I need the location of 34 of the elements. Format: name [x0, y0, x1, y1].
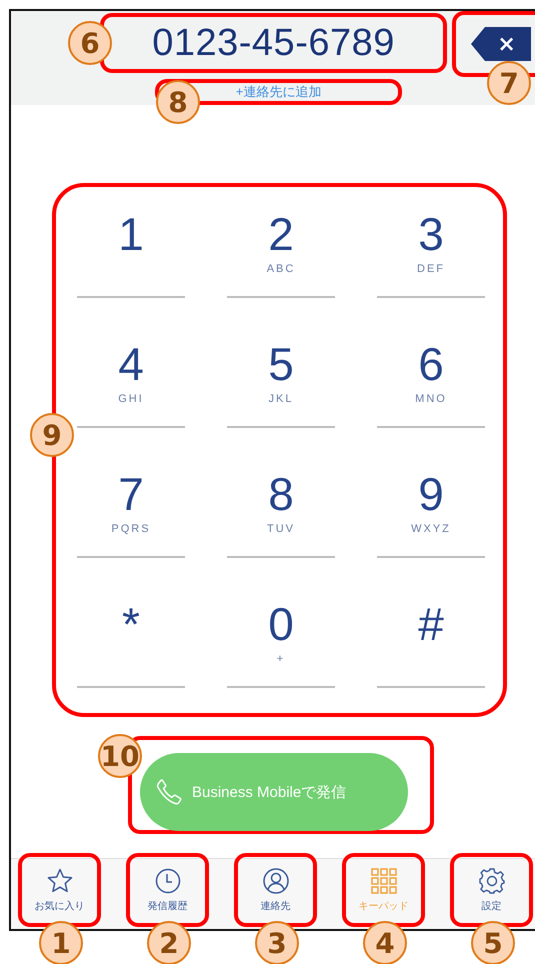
- tab[interactable]: お気に入り: [34, 857, 84, 923]
- callout-badge: 9: [30, 413, 74, 457]
- tab[interactable]: 設定: [478, 857, 506, 923]
- tab[interactable]: 連絡先: [260, 857, 290, 923]
- callout-badge: 8: [156, 80, 200, 124]
- callout-badge: 2: [147, 921, 191, 964]
- callout-badge: 10: [98, 734, 142, 778]
- person-icon: [262, 867, 290, 895]
- tab[interactable]: 発信履歴: [148, 857, 188, 923]
- phone-icon: [154, 777, 184, 807]
- callout-badge: 3: [255, 921, 299, 964]
- keypad-key[interactable]: 3 DEF: [377, 187, 485, 298]
- keypad-key[interactable]: 5 JKL: [227, 317, 335, 428]
- keypad-key[interactable]: 0 +: [227, 577, 335, 688]
- backspace-button[interactable]: ×: [470, 27, 531, 61]
- keypad-key[interactable]: 4 GHI: [77, 317, 185, 428]
- keypad-key[interactable]: 9 WXYZ: [377, 447, 485, 558]
- callout-badge: 1: [39, 921, 83, 964]
- star-icon: [46, 867, 74, 895]
- callout-badge: 4: [363, 921, 407, 964]
- clock-icon: [154, 867, 182, 895]
- keypad-key[interactable]: #: [377, 577, 485, 688]
- settings-icon: [478, 867, 506, 895]
- keypad-key[interactable]: 8 TUV: [227, 447, 335, 558]
- callout-badge: 7: [487, 61, 532, 105]
- keypad-key[interactable]: 7 PQRS: [77, 447, 185, 558]
- keypad-key[interactable]: 2 ABC: [227, 187, 335, 298]
- callout-badge: 6: [68, 21, 112, 65]
- keypad-icon: [370, 867, 398, 895]
- keypad-key[interactable]: 1: [77, 187, 185, 298]
- phone-number: 0123-45-6789: [152, 22, 395, 64]
- keypad-key[interactable]: *: [77, 577, 185, 688]
- callout-badge: 5: [471, 921, 515, 964]
- keypad-key[interactable]: 6 MNO: [377, 317, 485, 428]
